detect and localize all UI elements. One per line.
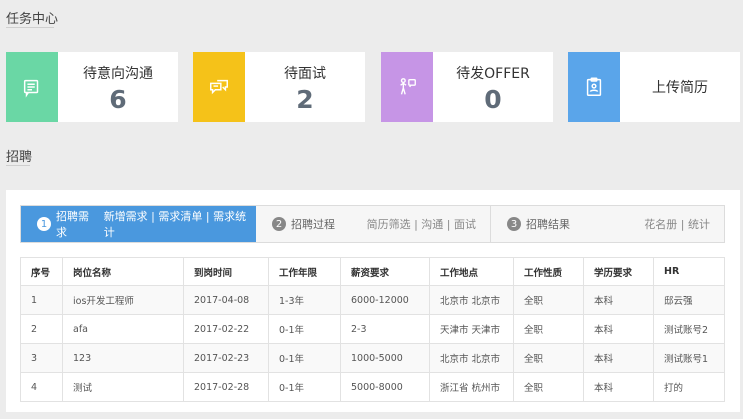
title-underline [6, 165, 30, 166]
table-cell: 4 [20, 372, 63, 402]
col-header: HR [653, 257, 725, 286]
table-row[interactable]: 3 123 2017-02-23 0-1年 1000-5000 北京市 北京市 … [20, 343, 725, 373]
step-label: 招聘需求 [56, 210, 89, 239]
recruit-steps: 1 招聘需求 新增需求 | 需求清单 | 需求统计 2 招聘过程 简历筛选 | … [20, 205, 725, 243]
col-header: 工作地点 [429, 257, 514, 286]
table-cell: 全职 [513, 285, 584, 315]
card-label: 待面试 [284, 65, 326, 82]
table-cell: 2-3 [340, 314, 430, 344]
card-icon-box [381, 52, 433, 122]
step-sublinks[interactable]: 简历筛选 | 沟通 | 面试 [367, 216, 476, 232]
col-header: 岗位名称 [62, 257, 184, 286]
table-row[interactable]: 1 ios开发工程师 2017-04-08 1-3年 6000-12000 北京… [20, 285, 725, 315]
table-cell: 全职 [513, 314, 584, 344]
recruit-title: 招聘 [6, 146, 33, 166]
recruit-label: 招聘 [6, 150, 33, 165]
task-center-label: 任务中心 [6, 12, 59, 27]
table-cell: 邸云强 [653, 285, 725, 315]
table-cell: 本科 [583, 314, 654, 344]
step-label: 招聘过程 [291, 218, 335, 231]
title-underline [6, 27, 54, 28]
step-sublinks[interactable]: 新增需求 | 需求清单 | 需求统计 [104, 208, 256, 240]
step-label: 招聘结果 [526, 218, 570, 231]
card-pending-offer[interactable]: 待发OFFER 0 [381, 52, 553, 122]
task-center-title: 任务中心 [6, 8, 59, 28]
table-cell: 2 [20, 314, 63, 344]
col-header: 薪资要求 [340, 257, 430, 286]
table-cell: 5000-8000 [340, 372, 430, 402]
card-upload-resume[interactable]: 上传简历 [568, 52, 740, 122]
table-cell: 1-3年 [268, 285, 341, 315]
card-count: 6 [109, 84, 127, 114]
step-recruit-process[interactable]: 2 招聘过程 简历筛选 | 沟通 | 面试 [256, 206, 491, 242]
card-count: 2 [296, 84, 314, 114]
table-cell: 本科 [583, 285, 654, 315]
col-header: 工作年限 [268, 257, 341, 286]
step-number: 3 [507, 217, 521, 231]
col-header: 学历要求 [583, 257, 654, 286]
table-cell: 0-1年 [268, 314, 341, 344]
table-cell: 测试账号2 [653, 314, 725, 344]
col-header: 序号 [20, 257, 63, 286]
step-number: 1 [37, 217, 51, 231]
table-cell: 123 [62, 343, 184, 373]
table-cell: 1 [20, 285, 63, 315]
col-header: 工作性质 [513, 257, 584, 286]
card-body: 上传简历 [620, 52, 740, 122]
table-cell: 全职 [513, 372, 584, 402]
chat-doc-icon [23, 79, 39, 98]
offer-person-icon [400, 78, 416, 95]
table-row[interactable]: 4 测试 2017-02-28 0-1年 5000-8000 浙江省 杭州市 全… [20, 372, 725, 402]
table-cell: 测试账号1 [653, 343, 725, 373]
table-cell: 2017-02-22 [183, 314, 269, 344]
table-cell: 本科 [583, 372, 654, 402]
card-label: 待发OFFER [456, 65, 530, 82]
table-cell: 6000-12000 [340, 285, 430, 315]
table-cell: 0-1年 [268, 372, 341, 402]
card-body: 待面试 2 [245, 52, 365, 122]
card-pending-intent[interactable]: 待意向沟通 6 [6, 52, 178, 122]
table-cell: 3 [20, 343, 63, 373]
table-cell: 本科 [583, 343, 654, 373]
table-cell: afa [62, 314, 184, 344]
card-pending-interview[interactable]: 待面试 2 [193, 52, 365, 122]
step-number: 2 [272, 217, 286, 231]
table-cell: 浙江省 杭州市 [429, 372, 514, 402]
requirements-table: 序号 岗位名称 到岗时间 工作年限 薪资要求 工作地点 工作性质 学历要求 HR… [20, 257, 725, 402]
table-cell: 测试 [62, 372, 184, 402]
table-cell: 2017-02-28 [183, 372, 269, 402]
table-cell: 全职 [513, 343, 584, 373]
card-icon-box [193, 52, 245, 122]
clipboard-icon [586, 77, 602, 96]
table-cell: 0-1年 [268, 343, 341, 373]
card-icon-box [568, 52, 620, 122]
table-cell: 1000-5000 [340, 343, 430, 373]
recruit-panel: 1 招聘需求 新增需求 | 需求清单 | 需求统计 2 招聘过程 简历筛选 | … [6, 190, 740, 412]
step-recruit-result[interactable]: 3 招聘结果 花名册 | 统计 [491, 206, 724, 242]
card-label: 上传简历 [652, 80, 708, 96]
step-recruit-demand[interactable]: 1 招聘需求 新增需求 | 需求清单 | 需求统计 [21, 206, 256, 242]
table-header-row: 序号 岗位名称 到岗时间 工作年限 薪资要求 工作地点 工作性质 学历要求 HR [20, 257, 725, 286]
table-cell: 打的 [653, 372, 725, 402]
table-cell: ios开发工程师 [62, 285, 184, 315]
step-sublinks[interactable]: 花名册 | 统计 [644, 216, 710, 232]
table-cell: 天津市 天津市 [429, 314, 514, 344]
card-body: 待意向沟通 6 [58, 52, 178, 122]
speech-bubbles-icon [210, 79, 228, 95]
table-cell: 北京市 北京市 [429, 343, 514, 373]
card-count: 0 [484, 84, 502, 114]
table-cell: 2017-02-23 [183, 343, 269, 373]
table-cell: 2017-04-08 [183, 285, 269, 315]
col-header: 到岗时间 [183, 257, 269, 286]
card-body: 待发OFFER 0 [433, 52, 553, 122]
card-icon-box [6, 52, 58, 122]
card-label: 待意向沟通 [83, 65, 153, 82]
table-cell: 北京市 北京市 [429, 285, 514, 315]
table-row[interactable]: 2 afa 2017-02-22 0-1年 2-3 天津市 天津市 全职 本科 … [20, 314, 725, 344]
